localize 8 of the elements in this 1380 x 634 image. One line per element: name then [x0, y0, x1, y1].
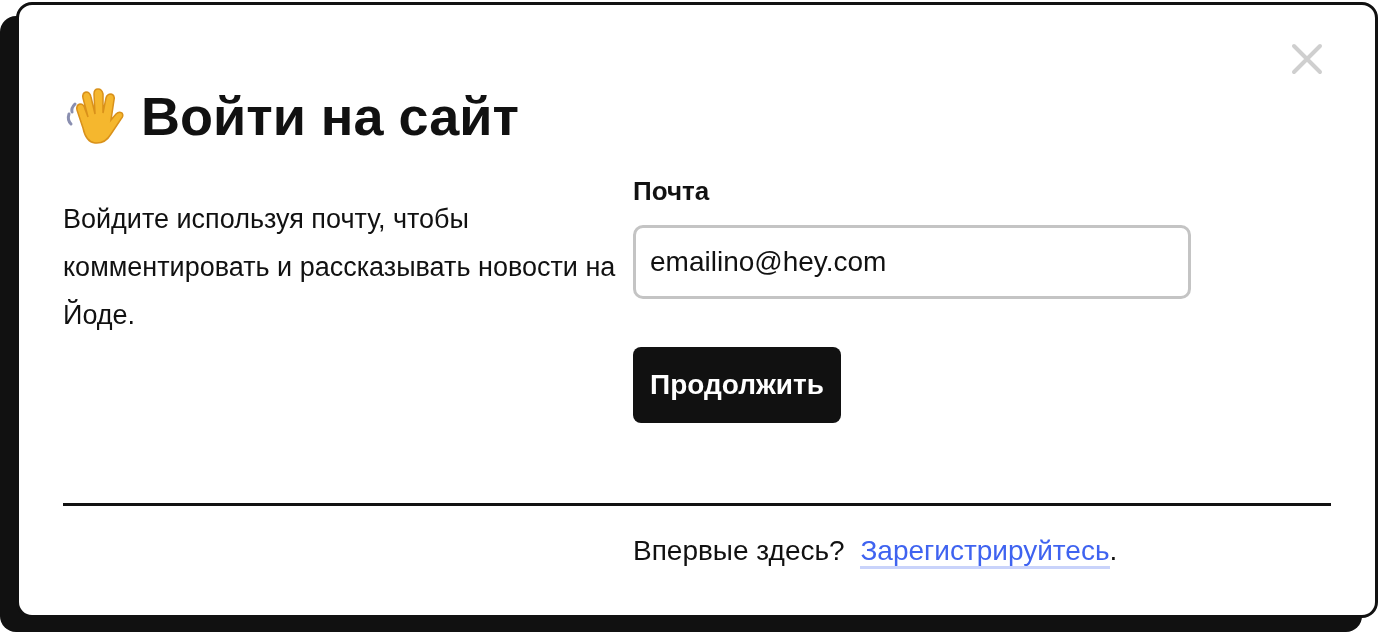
signup-prompt: Впервые здесь? Зарегистрируйтесь.: [633, 530, 1331, 572]
dialog-title: Войти на сайт: [141, 85, 519, 148]
signup-link[interactable]: Зарегистрируйтесь: [860, 535, 1110, 569]
close-icon[interactable]: [1291, 43, 1323, 75]
email-label: Почта: [633, 175, 710, 208]
continue-button[interactable]: Продолжить: [633, 347, 841, 423]
email-field[interactable]: emailino@hey.com: [633, 225, 1191, 299]
description-text: Войдите используя почту, чтобы комментировать и рассказывать новости на Йоде.: [63, 203, 617, 332]
